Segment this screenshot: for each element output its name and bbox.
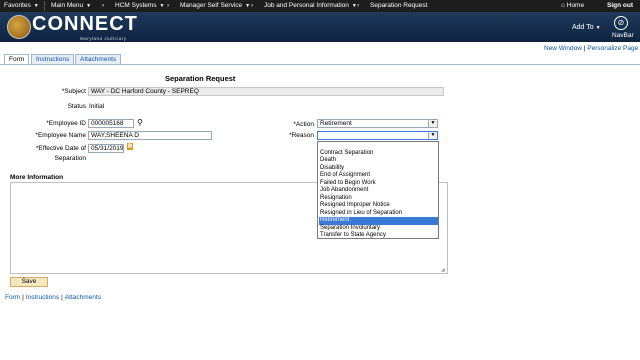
breadcrumb-manager-self-service[interactable]: Manager Self Service ▼ xyxy=(180,2,250,10)
option-job-abandonment[interactable]: Job Abandonment xyxy=(319,187,438,195)
page-title: Separation Request xyxy=(165,74,236,83)
favorites-menu[interactable]: Favorites ▼ xyxy=(4,2,39,10)
resize-grip-icon[interactable]: ◢ xyxy=(441,267,445,273)
dropdown-arrow-icon: ▼ xyxy=(86,3,92,9)
breadcrumb-hcm-systems[interactable]: HCM Systems ▼ xyxy=(115,2,164,10)
reason-label: *Reason xyxy=(289,132,314,139)
option-separation-involuntary[interactable]: Separation Involuntary xyxy=(319,225,438,233)
employee-name-label: *Employee Name xyxy=(35,132,86,139)
dropdown-arrow-icon: ▼ xyxy=(33,3,39,9)
reason-select[interactable]: ▼ xyxy=(317,131,438,140)
chevron-right-icon: › xyxy=(102,2,105,9)
home-link[interactable]: ⌂ Home xyxy=(561,2,584,10)
action-value: Retirement xyxy=(320,120,352,127)
add-to-label: Add To xyxy=(572,24,594,31)
option-end-of-assignment[interactable]: End of Assignment xyxy=(319,172,438,180)
home-icon: ⌂ xyxy=(561,2,565,9)
breadcrumb-label: Job and Personal Information xyxy=(264,2,349,9)
option-transfer-to-state-agency[interactable]: Transfer to State Agency xyxy=(319,232,438,240)
effective-date-label: *Effective Date of xyxy=(35,145,86,152)
option-failed-to-begin-work[interactable]: Failed to Begin Work xyxy=(319,180,438,188)
chevron-down-icon: ▼ xyxy=(428,132,437,139)
logo-subtitle: Maryland Judiciary xyxy=(80,36,127,41)
chevron-right-icon: › xyxy=(357,2,360,9)
dropdown-arrow-icon: ▼ xyxy=(595,25,601,31)
effective-date-label-2: Separation xyxy=(54,155,86,162)
tab-divider xyxy=(0,64,640,65)
footer-attachments-link[interactable]: Attachments xyxy=(65,294,101,301)
chevron-right-icon: › xyxy=(251,2,254,9)
footer-instructions-link[interactable]: Instructions xyxy=(26,294,59,301)
page-links: New Window | Personalize Page xyxy=(544,45,638,52)
effective-date-field[interactable]: 05/31/2019 xyxy=(88,144,124,153)
employee-name-field[interactable]: WAY,SHEENA D xyxy=(88,131,212,140)
option-retirement[interactable]: Retirement xyxy=(319,217,438,225)
chevron-down-icon: ▼ xyxy=(428,120,437,127)
maryland-seal-logo xyxy=(7,15,31,39)
footer-links: Form | Instructions | Attachments xyxy=(5,294,101,301)
pipe: | xyxy=(61,294,63,301)
breadcrumb-label: HCM Systems xyxy=(115,2,157,9)
logo-text: CONNECT xyxy=(32,13,138,35)
option-disability[interactable]: Disability xyxy=(319,165,438,173)
reason-dropdown-list: Contract Separation Death Disability End… xyxy=(317,141,439,239)
breadcrumb-label: Manager Self Service xyxy=(180,2,243,9)
tab-label: Form xyxy=(9,56,25,63)
compass-icon[interactable]: ⊘ xyxy=(614,16,628,30)
status-label: Status xyxy=(67,103,86,110)
divider xyxy=(44,1,45,11)
action-label: *Action xyxy=(293,121,314,128)
breadcrumb-separation-request: Separation Request xyxy=(370,2,428,9)
pipe: | xyxy=(22,294,24,301)
save-button[interactable]: Save xyxy=(10,277,48,287)
main-menu-label: Main Menu xyxy=(51,2,84,9)
navbar-label[interactable]: NavBar xyxy=(612,32,634,39)
employee-id-label: *Employee ID xyxy=(46,120,86,127)
option-contract-separation[interactable]: Contract Separation xyxy=(319,150,438,158)
tab-label: Instructions xyxy=(36,56,70,63)
breadcrumb-job-personal-info[interactable]: Job and Personal Information ▼ xyxy=(264,2,357,10)
dropdown-arrow-icon: ▼ xyxy=(245,3,251,9)
add-to-menu[interactable]: Add To ▼ xyxy=(572,24,601,31)
calendar-icon[interactable]: ▦ xyxy=(127,143,133,150)
subject-field: WAY - DC Harford County - SEPREQ xyxy=(88,87,444,96)
signout-link[interactable]: Sign out xyxy=(607,2,633,10)
action-select[interactable]: Retirement ▼ xyxy=(317,119,438,128)
favorites-label: Favorites xyxy=(4,2,31,9)
more-info-label: More Information xyxy=(10,174,64,181)
dropdown-arrow-icon: ▼ xyxy=(159,3,165,9)
chevron-right-icon: › xyxy=(167,2,170,9)
employee-id-field[interactable]: 000005168 xyxy=(88,119,134,128)
search-icon[interactable]: ⚲ xyxy=(137,118,143,127)
status-value: Initial xyxy=(89,103,105,110)
tab-label: Attachments xyxy=(80,56,117,63)
home-label: Home xyxy=(566,2,585,9)
option-resigned-improper-notice[interactable]: Resigned Improper Notice xyxy=(319,202,438,210)
personalize-page-link[interactable]: Personalize Page xyxy=(587,45,638,52)
footer-form-link[interactable]: Form xyxy=(5,294,20,301)
subject-label: *Subject xyxy=(61,88,86,95)
top-navigation-bar: Favorites ▼ Main Menu ▼ › HCM Systems ▼ › M… xyxy=(0,0,640,12)
new-window-link[interactable]: New Window xyxy=(544,45,582,52)
main-menu[interactable]: Main Menu ▼ xyxy=(51,2,91,10)
option-resignation[interactable]: Resignation xyxy=(319,195,438,203)
option-resigned-in-lieu[interactable]: Resigned in Lieu of Separation xyxy=(319,210,438,218)
option-death[interactable]: Death xyxy=(319,157,438,165)
